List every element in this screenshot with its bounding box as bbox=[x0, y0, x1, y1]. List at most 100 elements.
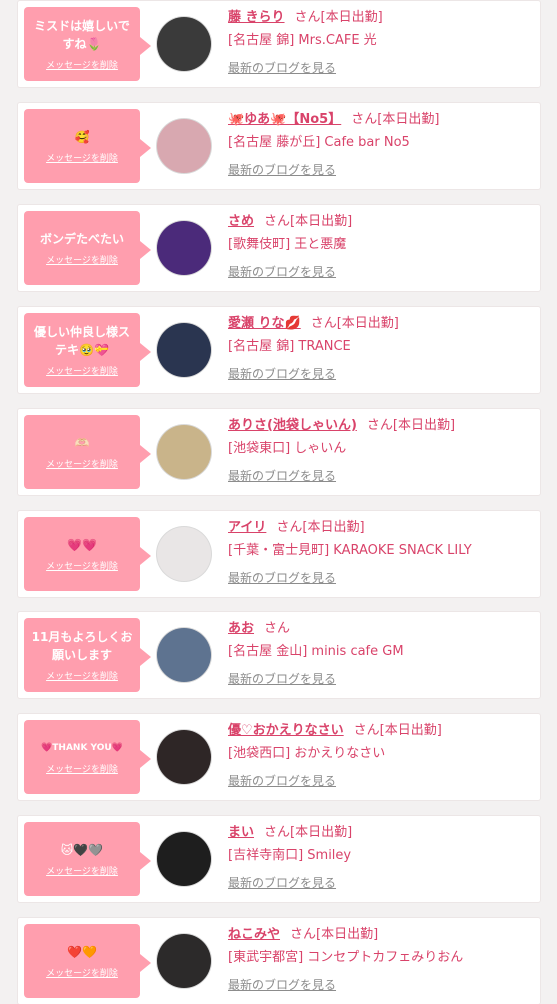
message-card: 11月もよろしくお願いしますメッセージを削除 あお さん [名古屋 金山] minis… bbox=[18, 612, 540, 698]
latest-blog-link[interactable]: 最新のブログを見る bbox=[228, 467, 336, 484]
cast-info: あお さん [名古屋 金山] minis cafe GM 最新のブログを見る bbox=[228, 620, 533, 687]
message-bubble: ボンデたべたい メッセージを削除 bbox=[24, 211, 151, 285]
cast-header: 藤 きらり さん[本日出勤] bbox=[228, 9, 533, 27]
delete-message-link[interactable]: メッセージを削除 bbox=[46, 559, 118, 572]
latest-blog-link[interactable]: 最新のブログを見る bbox=[228, 874, 336, 891]
delete-message-link[interactable]: メッセージを削除 bbox=[46, 151, 118, 164]
message-text: 💗THANK YOU💗 bbox=[41, 743, 123, 753]
message-bubble: ❤️🧡 メッセージを削除 bbox=[24, 924, 151, 998]
avatar[interactable] bbox=[157, 221, 211, 275]
avatar[interactable] bbox=[157, 119, 211, 173]
message-bubble: 💗💗 メッセージを削除 bbox=[24, 517, 151, 591]
delete-message-link[interactable]: メッセージを削除 bbox=[46, 457, 118, 470]
honorific: さん bbox=[310, 316, 337, 331]
honorific: さん bbox=[264, 825, 291, 840]
honorific: さん bbox=[294, 10, 321, 25]
shop-name: [名古屋 錦] Mrs.CAFE 光 bbox=[228, 33, 377, 48]
status-badge: [本日出勤] bbox=[320, 10, 383, 25]
cast-info: 🐙ゆあ🐙【No5】 さん[本日出勤] [名古屋 藤が丘] Cafe bar No5 最… bbox=[228, 111, 533, 178]
shop-name: [名古屋 錦] TRANCE bbox=[228, 339, 351, 354]
delete-message-link[interactable]: メッセージを削除 bbox=[46, 253, 118, 266]
message-bubble: 🥰 メッセージを削除 bbox=[24, 109, 151, 183]
honorific: さん bbox=[264, 214, 291, 229]
message-text: 11月もよろしくお願いします bbox=[31, 630, 133, 662]
avatar[interactable] bbox=[157, 323, 211, 377]
honorific: さん bbox=[276, 520, 303, 535]
avatar[interactable] bbox=[157, 934, 211, 988]
cast-name-link[interactable]: まい bbox=[228, 825, 254, 840]
message-card: 🐱🖤🩶 メッセージを削除 まい さん[本日出勤] [吉祥寺南口] Smiley 最新のブロ… bbox=[18, 816, 540, 902]
honorific: さん bbox=[264, 621, 291, 636]
avatar[interactable] bbox=[157, 628, 211, 682]
message-text: 🐱🖤🩶 bbox=[60, 843, 104, 857]
delete-message-link[interactable]: メッセージを削除 bbox=[46, 762, 118, 775]
cast-header: 優♡おかえりなさい さん[本日出勤] bbox=[228, 722, 533, 740]
cast-name-link[interactable]: ねこみや bbox=[228, 927, 280, 942]
message-text: 優しい仲良し様ステキ🥹💝 bbox=[33, 325, 130, 357]
message-bubble: ミスドは嬉しいですね🌷 メッセージを削除 bbox=[24, 7, 151, 81]
message-list: ミスドは嬉しいですね🌷 メッセージを削除藤 きらり さん[本日出勤] [名古屋 錦] … bbox=[0, 0, 557, 1004]
honorific: さん bbox=[351, 112, 378, 127]
cast-header: ねこみや さん[本日出勤] bbox=[228, 926, 533, 944]
latest-blog-link[interactable]: 最新のブログを見る bbox=[228, 59, 336, 76]
status-badge: [本日出勤] bbox=[290, 214, 353, 229]
message-text: ミスドは嬉しいですね🌷 bbox=[34, 19, 130, 51]
delete-message-link[interactable]: メッセージを削除 bbox=[46, 669, 118, 682]
shop-name: [千葉・富士見町] KARAOKE SNACK LILY bbox=[228, 543, 472, 558]
delete-message-link[interactable]: メッセージを削除 bbox=[46, 864, 118, 877]
shop-name: [東武宇都宮] コンセプトカフェみりおん bbox=[228, 950, 464, 965]
latest-blog-link[interactable]: 最新のブログを見る bbox=[228, 365, 336, 382]
status-badge: [本日出勤] bbox=[302, 520, 365, 535]
cast-name-link[interactable]: あお bbox=[228, 621, 254, 636]
message-card: 優しい仲良し様ステキ🥹💝 メッセージを削除 愛瀬 りな💋 さん[本日出勤] [名古屋 錦… bbox=[18, 307, 540, 393]
avatar[interactable] bbox=[157, 527, 211, 581]
cast-header: さめ さん[本日出勤] bbox=[228, 213, 533, 231]
avatar[interactable] bbox=[157, 832, 211, 886]
latest-blog-link[interactable]: 最新のブログを見る bbox=[228, 161, 336, 178]
cast-header: まい さん[本日出勤] bbox=[228, 824, 533, 842]
cast-info: ありさ(池袋しゃいん) さん[本日出勤] [池袋東口] しゃいん 最新のブログを見る bbox=[228, 417, 533, 484]
message-text: ボンデたべたい bbox=[39, 232, 124, 246]
status-badge: [本日出勤] bbox=[336, 316, 399, 331]
cast-name-link[interactable]: ありさ(池袋しゃいん) bbox=[228, 418, 357, 433]
latest-blog-link[interactable]: 最新のブログを見る bbox=[228, 670, 336, 687]
cast-name-link[interactable]: さめ bbox=[228, 214, 254, 229]
shop-name: [名古屋 藤が丘] Cafe bar No5 bbox=[228, 135, 410, 150]
cast-info: ねこみや さん[本日出勤] [東武宇都宮] コンセプトカフェみりおん 最新のブログを見… bbox=[228, 926, 533, 993]
latest-blog-link[interactable]: 最新のブログを見る bbox=[228, 263, 336, 280]
honorific: さん bbox=[366, 418, 393, 433]
shop-name: [吉祥寺南口] Smiley bbox=[228, 848, 352, 863]
delete-message-link[interactable]: メッセージを削除 bbox=[46, 966, 118, 979]
cast-header: 愛瀬 りな💋 さん[本日出勤] bbox=[228, 315, 533, 333]
status-badge: [本日出勤] bbox=[316, 927, 379, 942]
message-card: 🫶🏻 メッセージを削除 ありさ(池袋しゃいん) さん[本日出勤] [池袋東口] しゃいん… bbox=[18, 409, 540, 495]
avatar[interactable] bbox=[157, 730, 211, 784]
cast-info: さめ さん[本日出勤] [歌舞伎町] 王と悪魔 最新のブログを見る bbox=[228, 213, 533, 280]
message-card: 🥰 メッセージを削除 🐙ゆあ🐙【No5】 さん[本日出勤] [名古屋 藤が丘] Cafe… bbox=[18, 103, 540, 189]
cast-header: アイリ さん[本日出勤] bbox=[228, 519, 533, 537]
cast-name-link[interactable]: アイリ bbox=[228, 520, 266, 535]
status-badge: [本日出勤] bbox=[392, 418, 456, 433]
cast-name-link[interactable]: 藤 きらり bbox=[228, 10, 285, 25]
message-text: 🥰 bbox=[74, 130, 90, 144]
latest-blog-link[interactable]: 最新のブログを見る bbox=[228, 772, 336, 789]
status-badge: [本日出勤] bbox=[377, 112, 440, 127]
message-card: ❤️🧡 メッセージを削除 ねこみや さん[本日出勤] [東武宇都宮] コンセプトカフェみ… bbox=[18, 918, 540, 1004]
cast-name-link[interactable]: 愛瀬 りな💋 bbox=[228, 316, 301, 331]
avatar[interactable] bbox=[157, 425, 211, 479]
message-bubble: 11月もよろしくお願いしますメッセージを削除 bbox=[24, 618, 151, 692]
status-badge: [本日出勤] bbox=[379, 723, 442, 738]
shop-name: [歌舞伎町] 王と悪魔 bbox=[228, 237, 347, 252]
delete-message-link[interactable]: メッセージを削除 bbox=[46, 58, 118, 71]
cast-header: あお さん bbox=[228, 620, 533, 638]
cast-header: ありさ(池袋しゃいん) さん[本日出勤] bbox=[228, 417, 533, 435]
latest-blog-link[interactable]: 最新のブログを見る bbox=[228, 976, 336, 993]
latest-blog-link[interactable]: 最新のブログを見る bbox=[228, 569, 336, 586]
cast-name-link[interactable]: 🐙ゆあ🐙【No5】 bbox=[228, 112, 341, 127]
cast-name-link[interactable]: 優♡おかえりなさい bbox=[228, 723, 344, 738]
avatar[interactable] bbox=[157, 17, 211, 71]
cast-info: 藤 きらり さん[本日出勤] [名古屋 錦] Mrs.CAFE 光最新のブログを見る bbox=[228, 9, 533, 76]
cast-header: 🐙ゆあ🐙【No5】 さん[本日出勤] bbox=[228, 111, 533, 129]
delete-message-link[interactable]: メッセージを削除 bbox=[46, 364, 118, 377]
cast-info: 愛瀬 りな💋 さん[本日出勤] [名古屋 錦] TRANCE 最新のブログを見る bbox=[228, 315, 533, 382]
